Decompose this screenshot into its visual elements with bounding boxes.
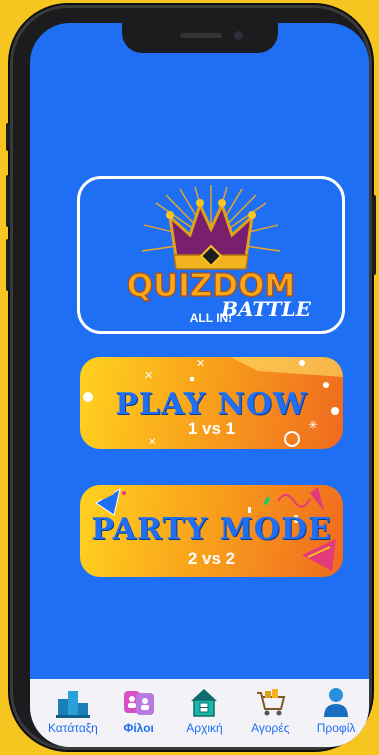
tab-profile-label: Προφίλ — [316, 721, 356, 735]
notch — [122, 23, 278, 53]
volume-down-button — [6, 239, 10, 291]
bottom-tab-bar: Κατάταξη Φίλοι Αρχική Αγορές Προφίλ — [30, 679, 369, 747]
home-icon — [191, 689, 218, 717]
volume-up-button — [6, 175, 10, 227]
power-button — [372, 195, 376, 275]
tab-profile[interactable]: Προφίλ — [305, 685, 367, 735]
tab-shop-label: Αγορές — [251, 721, 290, 735]
play-now-title: PLAY NOW — [115, 387, 308, 422]
party-mode-button[interactable]: PARTY MODE 2 vs 2 — [80, 485, 343, 577]
svg-text:✕: ✕ — [196, 357, 205, 370]
play-now-button[interactable]: ✕ ✕ ✕ ✳ PLAY NOW 1 vs 1 — [80, 357, 343, 449]
svg-text:✕: ✕ — [144, 369, 153, 382]
tab-friends-label: Φίλοι — [123, 721, 154, 735]
mute-switch — [6, 123, 10, 151]
tab-friends[interactable]: Φίλοι — [108, 685, 170, 735]
phone-frame: QUIZDOM BATTLE ALL IN! ✕ ✕ ✕ ✳ PLAY NOW — [6, 5, 376, 750]
shop-icon — [257, 689, 286, 716]
friends-icon — [123, 691, 154, 715]
tab-home[interactable]: Αρχική — [173, 685, 235, 735]
party-mode-subtitle: 2 vs 2 — [187, 549, 236, 568]
logo-tagline: ALL IN! — [189, 311, 233, 325]
tab-ranking[interactable]: Κατάταξη — [42, 685, 104, 735]
tab-shop[interactable]: Αγορές — [239, 685, 301, 735]
profile-icon — [324, 688, 349, 717]
crown-logo-icon: QUIZDOM BATTLE — [126, 185, 312, 321]
podium-icon — [55, 691, 90, 718]
tab-home-label: Αρχική — [186, 721, 223, 735]
party-mode-title: PARTY MODE — [91, 512, 332, 547]
speaker — [180, 33, 222, 38]
app-screen: QUIZDOM BATTLE ALL IN! ✕ ✕ ✕ ✳ PLAY NOW — [30, 23, 369, 747]
tab-ranking-label: Κατάταξη — [47, 721, 98, 735]
game-logo-card: QUIZDOM BATTLE ALL IN! — [77, 176, 345, 334]
front-camera — [234, 31, 243, 40]
play-now-subtitle: 1 vs 1 — [187, 419, 236, 438]
